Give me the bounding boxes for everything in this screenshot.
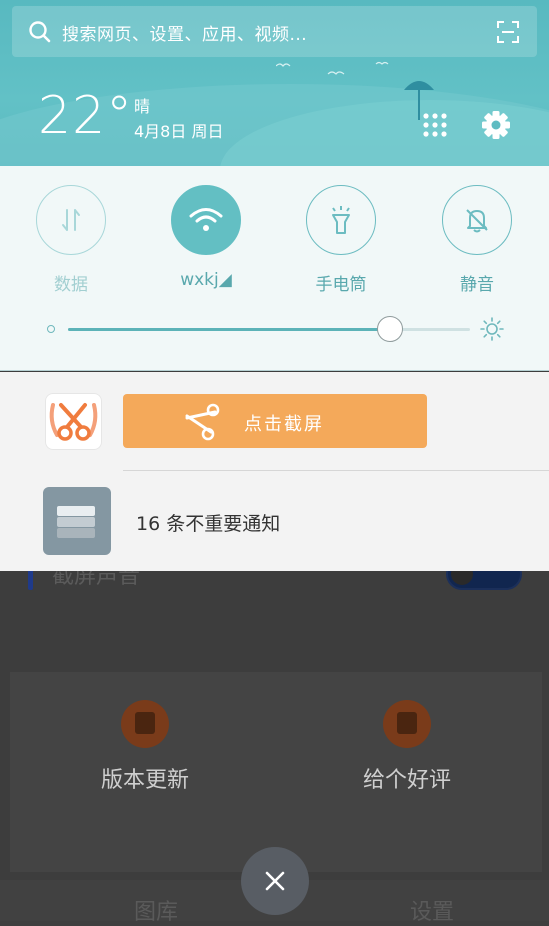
flashlight-toggle[interactable] — [306, 185, 376, 255]
take-screenshot-button[interactable]: 点击截屏 — [123, 394, 427, 448]
wifi-label: wxkj◢ — [180, 270, 232, 290]
flashlight-label: 手电筒 — [315, 275, 367, 295]
notification-stack-icon — [43, 487, 111, 555]
scan-icon[interactable] — [497, 21, 519, 43]
search-icon — [29, 21, 51, 43]
wifi-toggle[interactable] — [171, 185, 241, 255]
upload-icon — [121, 700, 169, 748]
mute-label: 静音 — [460, 275, 494, 295]
rate-cell: 给个好评 — [272, 672, 542, 872]
scissors-icon — [49, 403, 98, 441]
search-placeholder: 搜索网页、设置、应用、视频... — [62, 25, 308, 45]
close-shade-button[interactable] — [241, 847, 309, 915]
quick-settings-panel: 数据 wxkj◢ 手电筒 静音 — [0, 166, 549, 371]
close-icon — [265, 871, 285, 891]
stack-layer — [57, 528, 95, 538]
notification-shade-header: 搜索网页、设置、应用、视频... 22° 晴 4月8日 周日 — [0, 0, 549, 166]
birds-icon — [276, 61, 389, 75]
date-label: 4月8日 周日 — [134, 122, 224, 141]
brightness-fill — [68, 328, 390, 331]
apps-grid-icon[interactable] — [423, 113, 447, 137]
mobile-data-label: 数据 — [54, 275, 88, 295]
wifi-icon — [189, 208, 223, 231]
bell-off-icon — [466, 209, 488, 233]
gallery-label: 图库 — [134, 900, 179, 925]
brightness-low-icon — [47, 325, 55, 333]
search-bar[interactable]: 搜索网页、设置、应用、视频... — [12, 6, 537, 57]
temperature: 22° — [38, 86, 134, 146]
rate-label: 给个好评 — [362, 768, 451, 793]
notification-list: 点击截屏 16 条不重要通知 — [0, 372, 549, 571]
stack-layer — [57, 517, 95, 527]
gear-icon[interactable] — [481, 110, 511, 140]
brightness-slider-handle[interactable] — [376, 316, 403, 342]
take-screenshot-label: 点击截屏 — [244, 414, 324, 435]
thumbs-up-icon — [383, 700, 431, 748]
version-update-label: 版本更新 — [100, 768, 189, 793]
screenshot-app-icon — [45, 393, 102, 450]
brightness-slider[interactable] — [68, 328, 470, 331]
settings-label: 设置 — [410, 900, 455, 925]
scissors-icon — [185, 403, 220, 441]
brightness-high-icon — [480, 317, 504, 341]
weather-condition: 晴 — [134, 97, 151, 116]
divider — [123, 470, 549, 471]
unimportant-notifications-text[interactable]: 16 条不重要通知 — [136, 509, 280, 536]
flashlight-icon — [332, 206, 350, 234]
version-update-cell: 版本更新 — [10, 672, 280, 872]
data-arrows-icon — [62, 209, 80, 231]
mute-toggle[interactable] — [442, 185, 512, 255]
stack-layer — [57, 506, 95, 516]
mobile-data-toggle[interactable] — [36, 185, 106, 255]
